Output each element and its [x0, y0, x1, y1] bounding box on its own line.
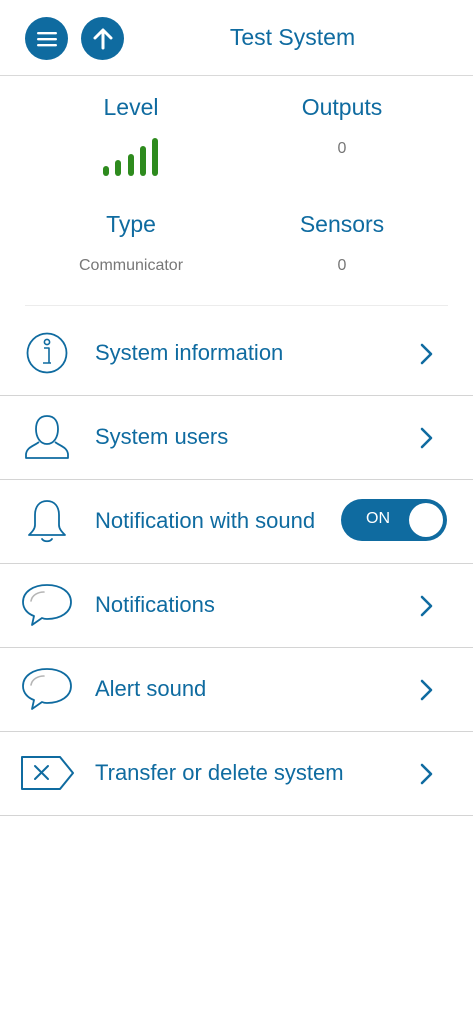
signal-bar — [128, 154, 134, 176]
header: Test System — [0, 0, 473, 76]
settings-list: System information System users Notifica… — [0, 312, 473, 816]
outputs-label: Outputs — [301, 94, 383, 120]
menu-button[interactable] — [25, 17, 68, 60]
signal-bar — [152, 138, 158, 176]
notification-sound-label: Notification with sound — [95, 508, 316, 533]
signal-bar — [140, 146, 146, 176]
alert-sound-label: Alert sound — [95, 676, 207, 701]
level-label: Level — [103, 94, 159, 120]
speech-bubble-icon — [18, 577, 76, 633]
signal-level-icon — [103, 138, 159, 176]
signal-bar — [115, 160, 121, 176]
transfer-delete-label: Transfer or delete system — [95, 760, 344, 785]
notification-sound-toggle[interactable]: ON — [341, 499, 447, 541]
notifications-label: Notifications — [95, 592, 215, 617]
toggle-knob — [409, 503, 443, 537]
chevron-right-icon — [420, 763, 433, 785]
system-screen: Test System Level Outputs 0 Type Communi… — [0, 0, 473, 1024]
system-users-row[interactable]: System users — [0, 396, 473, 480]
info-icon — [18, 325, 76, 381]
alert-sound-row[interactable]: Alert sound — [0, 648, 473, 732]
sensors-label: Sensors — [299, 211, 385, 237]
speech-bubble-icon — [18, 661, 76, 717]
system-information-row[interactable]: System information — [0, 312, 473, 396]
bell-icon — [18, 493, 76, 549]
signal-bar — [103, 166, 109, 176]
page-title: Test System — [229, 24, 356, 50]
type-label: Type — [106, 211, 156, 237]
user-icon — [18, 409, 76, 465]
notifications-row[interactable]: Notifications — [0, 564, 473, 648]
arrow-up-icon — [93, 28, 112, 49]
sensors-value: 0 — [337, 257, 347, 274]
system-information-label: System information — [95, 340, 284, 365]
toggle-state-label: ON — [366, 510, 390, 527]
transfer-delete-row[interactable]: Transfer or delete system — [0, 732, 473, 816]
chevron-right-icon — [420, 595, 433, 617]
outputs-value: 0 — [337, 140, 347, 157]
chevron-right-icon — [420, 343, 433, 365]
divider — [25, 305, 448, 306]
up-button[interactable] — [81, 17, 124, 60]
type-value: Communicator — [78, 257, 184, 274]
delete-tag-icon — [18, 745, 76, 801]
chevron-right-icon — [420, 427, 433, 449]
system-users-label: System users — [95, 424, 229, 449]
hamburger-menu-icon — [36, 31, 57, 46]
notification-sound-row: Notification with sound ON — [0, 480, 473, 564]
chevron-right-icon — [420, 679, 433, 701]
